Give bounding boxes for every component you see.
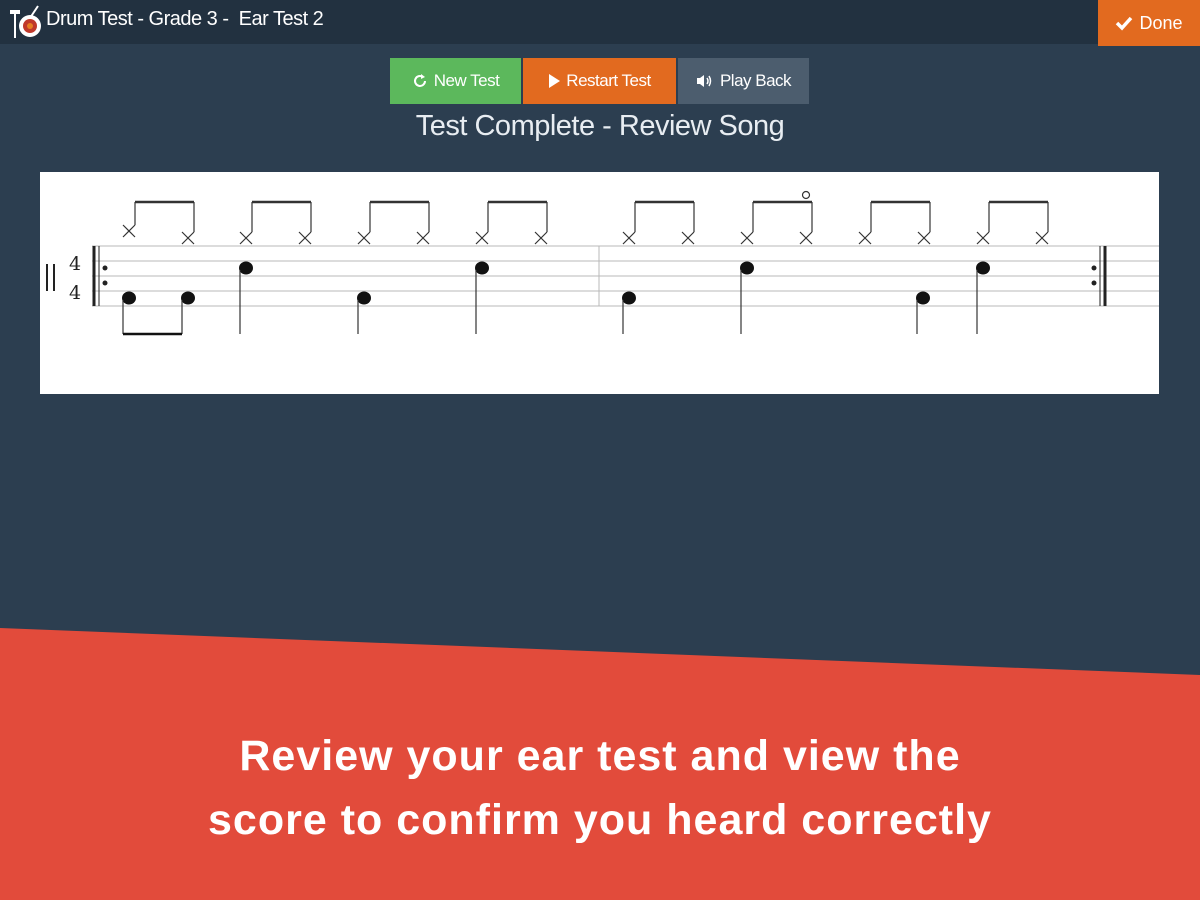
caption-line-1: Review your ear test and view the [239, 732, 961, 780]
drum-icon [10, 5, 41, 38]
hihat-note [298, 231, 312, 245]
window-title: Drum Test - Grade 3 - Ear Test 2 [46, 8, 324, 30]
time-signature-bottom: 4 [69, 282, 81, 304]
drum-note [475, 261, 489, 275]
hihat-notes [122, 190, 1049, 245]
top-bar: Drum Test - Grade 3 - Ear Test 2 Done [0, 0, 1200, 46]
time-signature-top: 4 [69, 253, 81, 275]
drum-note [239, 261, 253, 275]
percussion-clef [46, 264, 55, 291]
hihat-note [1035, 231, 1049, 245]
hihat-note [357, 231, 371, 245]
drum-note [357, 291, 371, 305]
hihat-note [799, 231, 813, 245]
promo-caption: Review your ear test and view the score … [0, 724, 1200, 852]
hihat-note [239, 231, 253, 245]
hihat-note [858, 231, 872, 245]
refresh-icon [413, 74, 426, 87]
new-test-label: New Test [433, 71, 500, 90]
restart-test-label: Restart Test [566, 71, 651, 90]
drum-note [740, 261, 754, 275]
speaker-icon [696, 75, 712, 87]
hihat-note [917, 231, 931, 245]
done-button[interactable]: Done [1098, 0, 1200, 46]
hihat-note [181, 231, 195, 245]
play-icon [549, 74, 561, 88]
new-test-button[interactable]: New Test [390, 58, 521, 104]
restart-test-button[interactable]: Restart Test [523, 58, 676, 104]
hihat-note [976, 231, 990, 245]
test-toolbar: New Test Restart Test Play Back [390, 58, 811, 104]
hihat-note [416, 231, 430, 245]
done-label: Done [1139, 12, 1183, 33]
drum-score: 4 4 [40, 172, 1159, 394]
play-back-button[interactable]: Play Back [678, 58, 809, 104]
open-hihat-marker [801, 190, 811, 200]
check-icon [1116, 16, 1133, 31]
drum-note [916, 291, 930, 305]
status-message: Test Complete - Review Song [415, 110, 785, 142]
caption-line-2: score to confirm you heard correctly [208, 796, 992, 844]
hihat-note [740, 231, 754, 245]
drum-note [181, 291, 195, 305]
kick-snare-notes [122, 261, 990, 336]
play-back-label: Play Back [719, 71, 792, 90]
hihat-note [622, 231, 636, 245]
hihat-note [681, 231, 695, 245]
hihat-note [475, 231, 489, 245]
drum-note [122, 291, 136, 305]
drum-note [622, 291, 636, 305]
score-notation: 4 4 [46, 190, 1159, 336]
hihat-note [534, 231, 548, 245]
hihat-note [122, 224, 136, 238]
drum-note [976, 261, 990, 275]
